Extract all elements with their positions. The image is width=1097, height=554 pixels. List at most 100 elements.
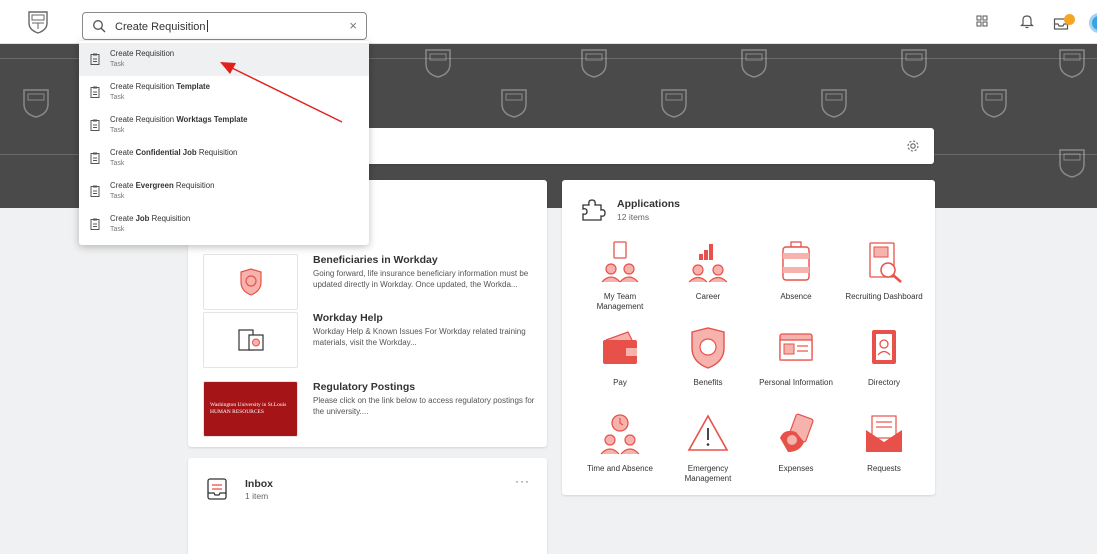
search-result-label[interactable]: Create Confidential Job Requisition — [110, 148, 237, 157]
shield-pattern-icon — [821, 89, 847, 118]
shield-icon — [239, 268, 262, 296]
app-pay[interactable]: Pay — [580, 326, 660, 388]
app-label: Expenses — [778, 464, 814, 473]
app-personal-information[interactable]: Personal Information — [756, 326, 836, 388]
id-card-icon — [779, 333, 813, 361]
shield-icon — [691, 327, 725, 369]
app-label: Emergency Management — [684, 464, 732, 483]
shield-pattern-icon — [901, 49, 927, 78]
app-label: Pay — [613, 378, 627, 387]
recruiting-icon — [869, 242, 902, 283]
search-input[interactable]: Create Requisition × — [82, 12, 367, 40]
shield-pattern-icon — [501, 89, 527, 118]
announcement-item[interactable]: Workday Help Workday Help & Known Issues… — [203, 312, 533, 370]
search-result-item[interactable]: Create Confidential Job Requisition Task — [79, 142, 369, 175]
applications-card: Applications 12 items My Team Management… — [562, 180, 935, 495]
announcement-title[interactable]: Regulatory Postings — [313, 381, 415, 393]
address-book-icon — [872, 330, 896, 364]
gear-icon[interactable] — [906, 139, 920, 153]
search-result-label[interactable]: Create Evergreen Requisition — [110, 181, 214, 190]
notification-badge — [1064, 14, 1075, 25]
clipboard-task-icon — [90, 53, 100, 65]
app-label: Career — [695, 292, 721, 301]
clipboard-task-icon — [90, 185, 100, 197]
wustl-banner-text: Washington University in St.Louis HUMAN … — [210, 402, 287, 415]
announcement-thumbnail — [203, 312, 298, 368]
inbox-count: 1 item — [245, 491, 269, 501]
expenses-icon — [780, 413, 814, 452]
help-book-icon — [237, 329, 264, 351]
search-result-label[interactable]: Create Requisition Worktags Template — [110, 115, 248, 124]
shield-pattern-icon — [1059, 49, 1085, 78]
search-value: Create Requisition — [115, 20, 208, 33]
search-result-label[interactable]: Create Job Requisition — [110, 214, 190, 223]
app-absence[interactable]: Absence — [756, 240, 836, 302]
announcement-description: Workday Help & Known Issues For Workday … — [313, 327, 526, 347]
app-my-team-management[interactable]: My Team Management — [580, 240, 660, 312]
search-result-type: Task — [110, 61, 125, 68]
inbox-icon — [207, 478, 227, 500]
clear-search-icon[interactable]: × — [349, 18, 357, 33]
app-emergency-management[interactable]: Emergency Management — [668, 412, 748, 484]
search-result-type: Task — [110, 127, 125, 134]
shield-pattern-icon — [581, 49, 607, 78]
clipboard-task-icon — [90, 86, 100, 98]
app-expenses[interactable]: Expenses — [756, 412, 836, 474]
shield-pattern-icon — [425, 49, 451, 78]
inbox-title[interactable]: Inbox — [245, 478, 273, 490]
envelope-icon — [866, 415, 902, 452]
app-label: Benefits — [693, 378, 723, 387]
app-benefits[interactable]: Benefits — [668, 326, 748, 388]
search-result-item[interactable]: Create Requisition Worktags Template Tas… — [79, 109, 369, 142]
apps-grid-icon[interactable] — [976, 15, 988, 27]
app-time-and-absence[interactable]: Time and Absence — [580, 412, 660, 474]
inbox-card[interactable]: Inbox 1 item ··· — [188, 458, 547, 554]
app-label: Recruiting Dashboard — [845, 292, 923, 301]
app-directory[interactable]: Directory — [844, 326, 924, 388]
luggage-icon — [782, 241, 810, 281]
app-label: Absence — [780, 292, 812, 301]
announcement-description: Going forward, life insurance beneficiar… — [313, 269, 529, 289]
applications-count: 12 items — [617, 212, 650, 222]
search-result-item[interactable]: Create Requisition Template Task — [79, 76, 369, 109]
app-requests[interactable]: Requests — [844, 412, 924, 474]
search-result-type: Task — [110, 226, 125, 233]
shield-pattern-icon — [23, 89, 49, 118]
clipboard-task-icon — [90, 119, 100, 131]
shield-pattern-icon — [661, 89, 687, 118]
app-label: Requests — [867, 464, 901, 473]
search-result-type: Task — [110, 160, 125, 167]
university-logo-icon[interactable] — [27, 10, 49, 34]
clipboard-task-icon — [90, 218, 100, 230]
app-label: Time and Absence — [587, 464, 653, 473]
app-label: My Team Management — [596, 292, 644, 311]
announcement-item[interactable]: Washington University in St.Louis HUMAN … — [203, 381, 534, 439]
wallet-icon — [603, 331, 637, 364]
clipboard-task-icon — [90, 152, 100, 164]
avatar[interactable] — [1089, 13, 1097, 33]
shield-pattern-icon — [741, 49, 767, 78]
search-result-item[interactable]: Create Requisition Task — [79, 43, 369, 76]
announcement-item[interactable]: Beneficiaries in Workday Going forward, … — [203, 254, 533, 312]
app-label: Personal Information — [759, 378, 833, 387]
team-icon — [601, 241, 639, 283]
search-result-label[interactable]: Create Requisition — [110, 49, 174, 58]
top-bar: Create Requisition × — [0, 0, 1097, 44]
bell-icon[interactable] — [1020, 13, 1034, 29]
search-result-label[interactable]: Create Requisition Template — [110, 82, 210, 91]
announcement-description: Please click on the link below to access… — [313, 396, 535, 416]
search-result-item[interactable]: Create Job Requisition Task — [79, 208, 369, 241]
search-result-type: Task — [110, 94, 125, 101]
search-result-item[interactable]: Create Evergreen Requisition Task — [79, 175, 369, 208]
more-options-icon[interactable]: ··· — [515, 474, 530, 488]
clock-team-icon — [600, 414, 640, 455]
app-career[interactable]: Career — [668, 240, 748, 302]
announcement-title[interactable]: Workday Help — [313, 312, 383, 324]
search-icon — [93, 20, 106, 33]
announcement-title[interactable]: Beneficiaries in Workday — [313, 254, 438, 266]
search-result-type: Task — [110, 193, 125, 200]
announcement-thumbnail — [203, 254, 298, 310]
shield-pattern-icon — [1059, 149, 1085, 178]
app-recruiting-dashboard[interactable]: Recruiting Dashboard — [844, 240, 924, 302]
wustl-banner-thumbnail: Washington University in St.Louis HUMAN … — [203, 381, 298, 437]
